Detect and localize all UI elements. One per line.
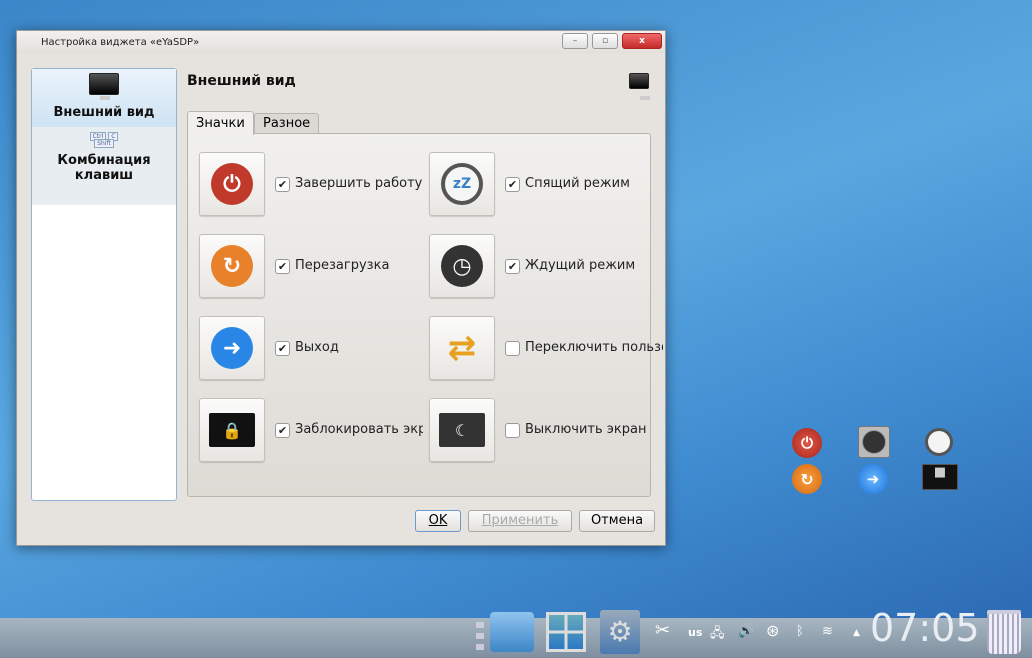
window-switcher-icon[interactable]	[546, 612, 586, 652]
keyboard-layout[interactable]: us	[688, 626, 702, 639]
trash-icon[interactable]	[987, 610, 1021, 654]
sidebar-item-shortcuts[interactable]: Ctrl C Shift Комбинация клавиш	[32, 127, 176, 205]
logout-icon: ➜	[211, 327, 253, 369]
restart-button[interactable]: ↻	[199, 234, 265, 298]
lock-screen-icon: 🔒	[209, 413, 255, 447]
monitor-icon	[629, 73, 650, 100]
option-checkbox[interactable]: ✔	[505, 259, 520, 274]
keyboard-icon: Ctrl C Shift	[32, 132, 176, 148]
cancel-button[interactable]: Отмена	[579, 510, 655, 532]
option-checkbox[interactable]	[505, 423, 520, 438]
settings-dialog: Настройка виджета «eYaSDP» – ▫ x Внешний…	[16, 30, 666, 546]
power-button[interactable]: ⏻	[199, 152, 265, 216]
page-title: Внешний вид	[187, 73, 296, 89]
option-checkbox[interactable]: ✔	[275, 423, 290, 438]
screen-off-icon: ☾	[439, 413, 485, 447]
clock[interactable]: 07:05	[870, 606, 980, 650]
maximize-button[interactable]: ▫	[592, 33, 618, 49]
clock-icon: ◷	[441, 245, 483, 287]
sleep-clock-button[interactable]: zZ	[429, 152, 495, 216]
lock-screen-button[interactable]: 🔒	[199, 398, 265, 462]
bluetooth-icon[interactable]: ᛒ	[796, 624, 804, 639]
sidebar: Внешний вид Ctrl C Shift Комбинация клав…	[31, 68, 177, 501]
sidebar-item-label: Комбинация клавиш	[57, 153, 151, 183]
close-button[interactable]: x	[622, 33, 662, 49]
minimize-button[interactable]: –	[562, 33, 588, 49]
switch-user-button[interactable]: ⇄	[429, 316, 495, 380]
usb-icon[interactable]: ⊛	[766, 621, 779, 640]
widget-shutdown-icon[interactable]: ⏻	[792, 428, 822, 458]
option-checkbox[interactable]	[505, 341, 520, 356]
widget-suspend-icon[interactable]	[858, 426, 890, 458]
option-checkbox[interactable]: ✔	[275, 177, 290, 192]
taskbar-handle[interactable]	[476, 622, 484, 652]
option-checkbox[interactable]: ✔	[275, 341, 290, 356]
wifi-icon[interactable]: ≋	[822, 624, 833, 639]
system-settings-icon[interactable]: ⚙	[600, 610, 640, 654]
option-label[interactable]: Переключить пользователя	[525, 340, 663, 355]
sidebar-item-appearance[interactable]: Внешний вид	[32, 69, 176, 127]
apply-button[interactable]: Применить	[468, 510, 572, 532]
downloads-folder-icon[interactable]	[490, 612, 534, 652]
clock-button[interactable]: ◷	[429, 234, 495, 298]
sleep-clock-icon: zZ	[441, 163, 483, 205]
option-label[interactable]: Выключить экран	[525, 422, 663, 437]
tab-misc[interactable]: Разное	[254, 113, 320, 133]
widget-sleep-icon[interactable]	[925, 428, 953, 456]
power-icon: ⏻	[211, 163, 253, 205]
restart-icon: ↻	[211, 245, 253, 287]
option-checkbox[interactable]: ✔	[275, 259, 290, 274]
widget-logout-icon[interactable]: ➜	[858, 464, 888, 494]
option-label[interactable]: Ждущий режим	[525, 258, 663, 273]
option-label[interactable]: Спящий режим	[525, 176, 663, 191]
screen-off-button[interactable]: ☾	[429, 398, 495, 462]
option-label[interactable]: Заблокировать экран	[295, 422, 423, 437]
window-title: Настройка виджета «eYaSDP»	[41, 37, 200, 48]
logout-button[interactable]: ➜	[199, 316, 265, 380]
monitor-icon	[89, 73, 119, 100]
widget-lock-icon[interactable]: ■	[922, 464, 958, 490]
switch-user-icon: ⇄	[447, 328, 477, 368]
widget-restart-icon[interactable]: ↻	[792, 464, 822, 494]
option-label[interactable]: Выход	[295, 340, 423, 355]
scissors-icon[interactable]: ✂	[655, 620, 670, 641]
option-label[interactable]: Перезагрузка	[295, 258, 423, 273]
option-checkbox[interactable]: ✔	[505, 177, 520, 192]
tray-expand-icon[interactable]: ▲	[853, 628, 860, 638]
tab-icons[interactable]: Значки	[187, 111, 254, 135]
option-label[interactable]: Завершить работу	[295, 176, 423, 191]
sidebar-item-label: Внешний вид	[53, 105, 155, 120]
volume-icon[interactable]: 🔊	[738, 624, 754, 639]
network-icon[interactable]: 🖧	[710, 624, 725, 646]
ok-button[interactable]: OK	[415, 510, 461, 532]
